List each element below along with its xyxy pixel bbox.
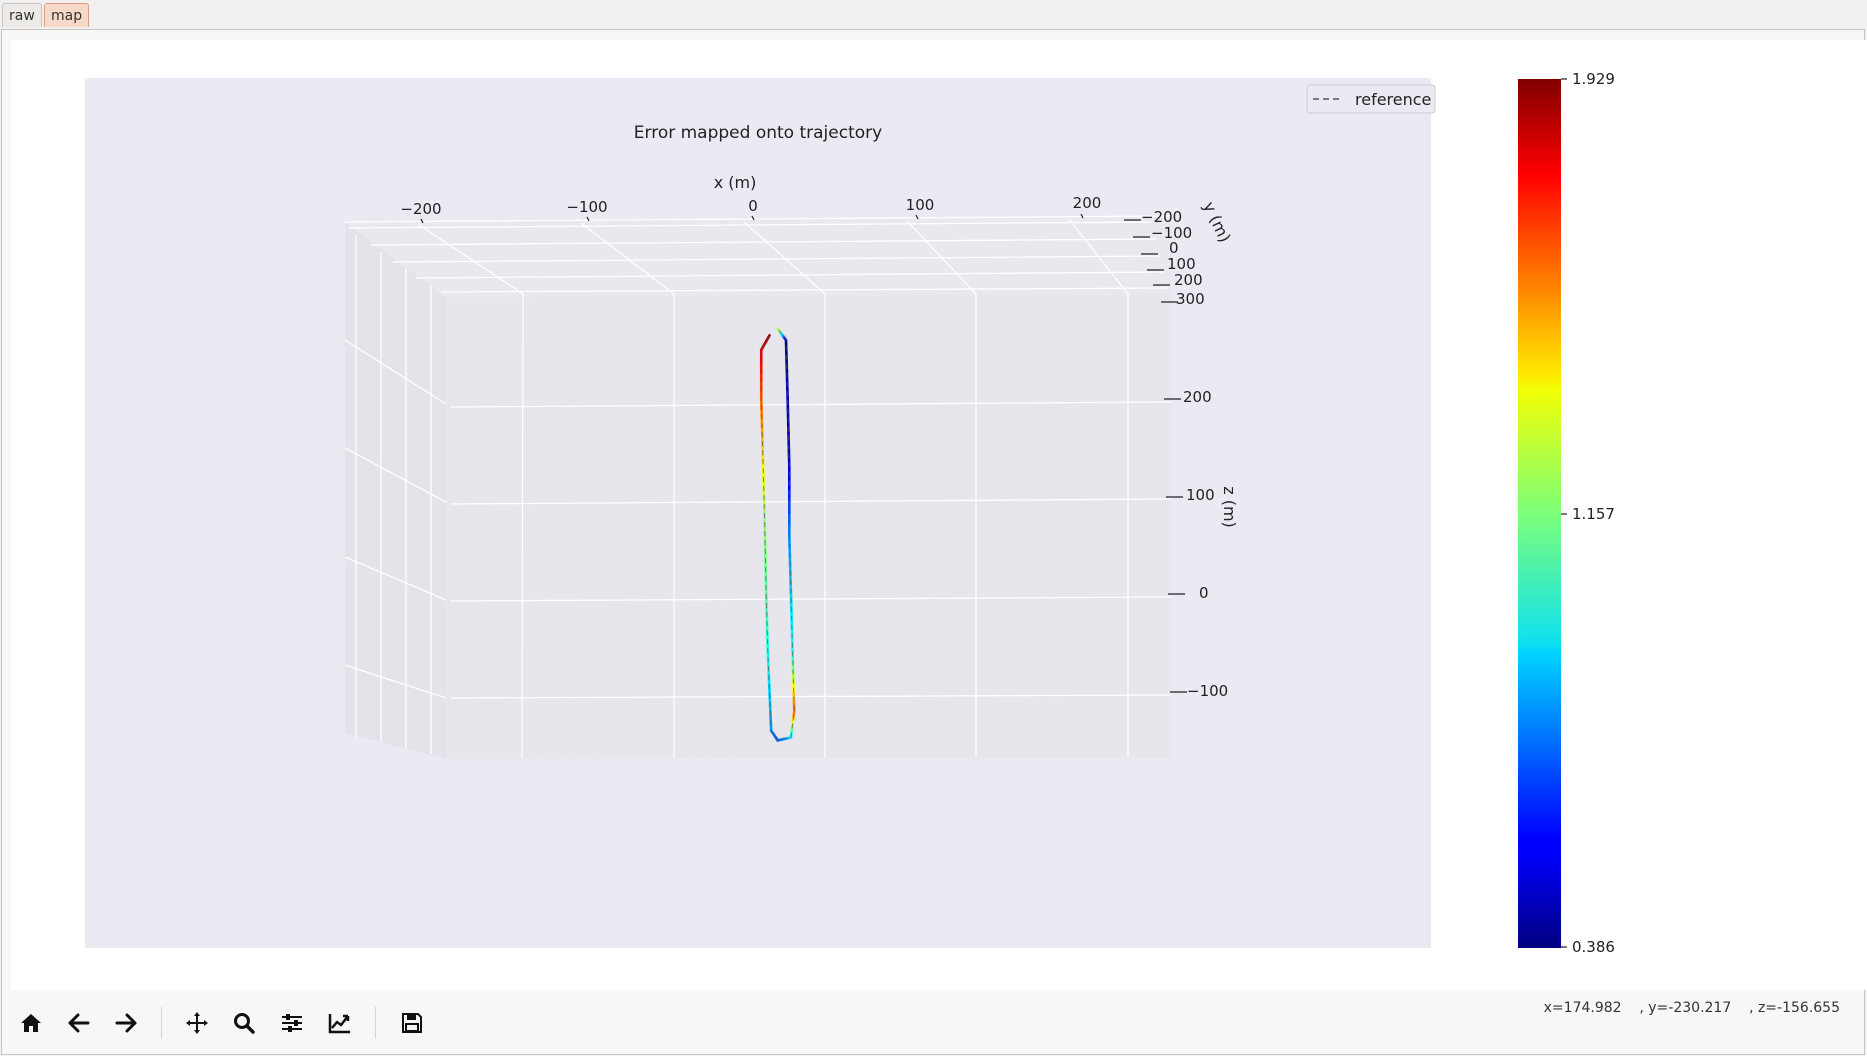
edit-axes-button[interactable]	[323, 1006, 357, 1040]
zoom-icon	[234, 1013, 255, 1034]
toolbar-separator	[375, 1007, 376, 1039]
y-tick-label: 200	[1174, 271, 1203, 289]
pan-icon	[186, 1012, 208, 1034]
plot-title: Error mapped onto trajectory	[634, 123, 882, 143]
legend-label: reference	[1355, 90, 1431, 109]
pan-button[interactable]	[180, 1006, 214, 1040]
colorbar-gradient	[1518, 79, 1561, 948]
coord-z: , z=-156.655	[1749, 1000, 1840, 1016]
forward-button[interactable]	[109, 1006, 143, 1040]
colorbar-tick-label: 1.157	[1572, 505, 1615, 523]
figure-canvas[interactable]: Error mapped onto trajectory x (m) −200 …	[11, 40, 1867, 990]
home-button[interactable]	[14, 1006, 48, 1040]
colorbar: 1.929 1.157 0.386	[1518, 70, 1615, 956]
colorbar-tick-label: 1.929	[1572, 70, 1615, 88]
figure-svg: Error mapped onto trajectory x (m) −200 …	[85, 70, 1615, 956]
x-tick-label: −100	[566, 198, 607, 216]
save-button[interactable]	[395, 1006, 429, 1040]
configure-subplots-icon	[282, 1014, 302, 1032]
tab-map[interactable]: map	[44, 3, 90, 27]
zoom-button[interactable]	[227, 1006, 261, 1040]
coord-x: x=174.982	[1543, 1000, 1622, 1016]
coord-y: , y=-230.217	[1639, 1000, 1732, 1016]
x-tick-label: 100	[906, 196, 935, 214]
z-tick-label: 200	[1183, 388, 1212, 406]
tab-bar: raw map	[0, 0, 1867, 30]
x-tick-label: 200	[1073, 194, 1102, 212]
y-tick-label: 300	[1176, 290, 1205, 308]
configure-subplots-button[interactable]	[275, 1006, 309, 1040]
z-axis-label: z (m)	[1220, 486, 1239, 528]
back-icon	[68, 1013, 90, 1033]
edit-axes-icon	[328, 1014, 350, 1034]
x-tick-label: −200	[400, 200, 441, 218]
legend: reference	[1306, 84, 1436, 114]
cursor-coordinates: x=174.982 , y=-230.217 , z=-156.655	[1544, 1000, 1840, 1016]
back-pane	[446, 294, 1171, 759]
x-tick-label: 0	[748, 197, 758, 215]
save-icon	[402, 1013, 422, 1033]
x-axis-label: x (m)	[714, 173, 757, 192]
toolbar-separator	[161, 1007, 162, 1039]
back-button[interactable]	[62, 1006, 96, 1040]
tab-raw[interactable]: raw	[2, 3, 42, 27]
z-tick-label: 100	[1186, 486, 1215, 504]
z-tick-label: 0	[1199, 584, 1209, 602]
home-icon	[21, 1014, 41, 1032]
colorbar-tick-label: 0.386	[1572, 938, 1615, 956]
forward-icon	[115, 1013, 137, 1033]
z-tick-label: −100	[1187, 682, 1228, 700]
